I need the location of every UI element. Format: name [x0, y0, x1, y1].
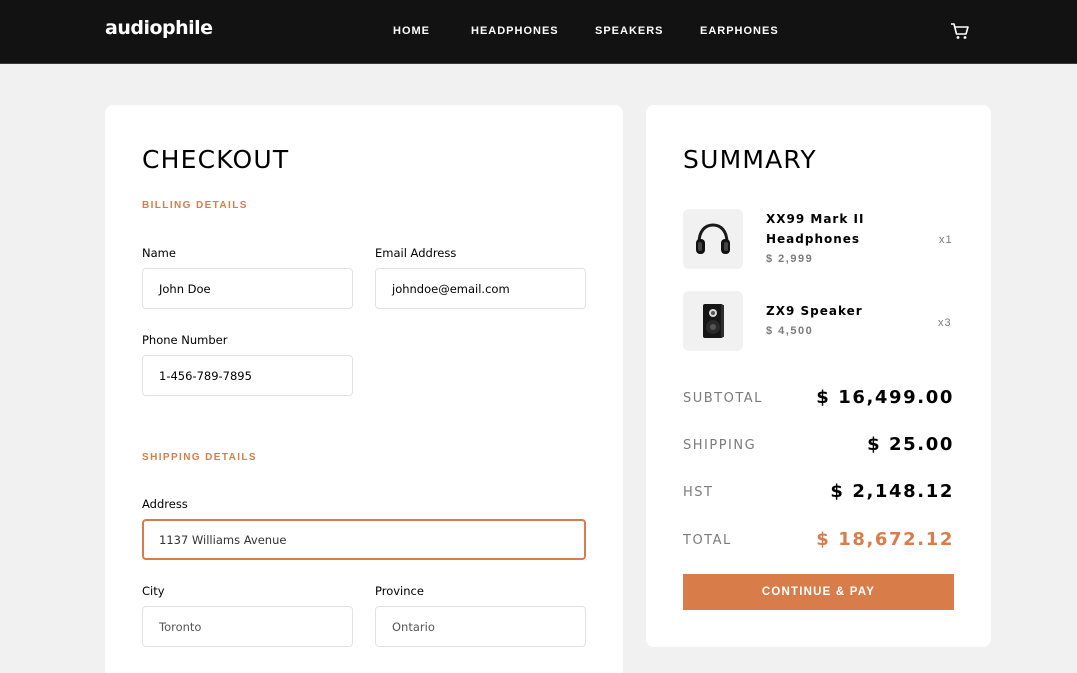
phone-input[interactable]: 1-456-789-7895	[142, 355, 353, 396]
headphones-thumbnail	[683, 209, 743, 269]
subtotal-value: $ 16,499.00	[816, 387, 954, 408]
total-value: $ 18,672.12	[816, 529, 954, 550]
hst-value: $ 2,148.12	[830, 481, 954, 502]
shipping-details-label: SHIPPING DETAILS	[142, 452, 258, 463]
item-price: $ 2,999	[766, 253, 814, 265]
name-input[interactable]: John Doe	[142, 268, 353, 309]
total-label: TOTAL	[683, 533, 732, 548]
top-nav-bar: audiophile HOME HEADPHONES SPEAKERS EARP…	[0, 0, 1077, 64]
checkout-form-card: CHECKOUT BILLING DETAILS Name John Doe E…	[105, 105, 623, 673]
address-label: Address	[142, 497, 188, 511]
shipping-value: $ 25.00	[867, 434, 954, 455]
item-name-line2: Headphones	[766, 232, 861, 246]
city-input[interactable]: Toronto	[142, 606, 353, 647]
hst-label: HST	[683, 485, 714, 500]
nav-speakers[interactable]: SPEAKERS	[595, 25, 664, 37]
order-summary-card: SUMMARY XX99 Mark II Headphones $ 2,999 …	[646, 105, 991, 647]
headphones-icon	[696, 223, 730, 254]
shipping-label: SHIPPING	[683, 438, 757, 453]
checkout-title: CHECKOUT	[142, 145, 290, 174]
email-input[interactable]: johndoe@email.com	[375, 268, 586, 309]
email-label: Email Address	[375, 246, 457, 260]
address-input[interactable]: 1137 Williams Avenue	[142, 519, 586, 560]
billing-details-label: BILLING DETAILS	[142, 200, 248, 211]
nav-earphones[interactable]: EARPHONES	[700, 25, 779, 37]
continue-and-pay-button[interactable]: CONTINUE & PAY	[683, 574, 954, 610]
speaker-thumbnail	[683, 291, 743, 351]
summary-title: SUMMARY	[683, 145, 817, 174]
name-label: Name	[142, 246, 176, 260]
province-input[interactable]: Ontario	[375, 606, 586, 647]
item-quantity: x1	[939, 234, 953, 246]
province-label: Province	[375, 584, 424, 598]
speaker-icon	[703, 304, 724, 338]
item-name-line1: ZX9 Speaker	[766, 304, 863, 318]
city-label: City	[142, 584, 165, 598]
item-price: $ 4,500	[766, 325, 814, 337]
item-quantity: x3	[938, 317, 952, 329]
item-name-line1: XX99 Mark II	[766, 212, 865, 226]
cart-icon[interactable]	[950, 21, 970, 41]
phone-label: Phone Number	[142, 333, 228, 347]
nav-home[interactable]: HOME	[393, 25, 430, 37]
nav-headphones[interactable]: HEADPHONES	[471, 25, 559, 37]
logo[interactable]: audiophile	[105, 17, 213, 39]
subtotal-label: SUBTOTAL	[683, 391, 763, 406]
